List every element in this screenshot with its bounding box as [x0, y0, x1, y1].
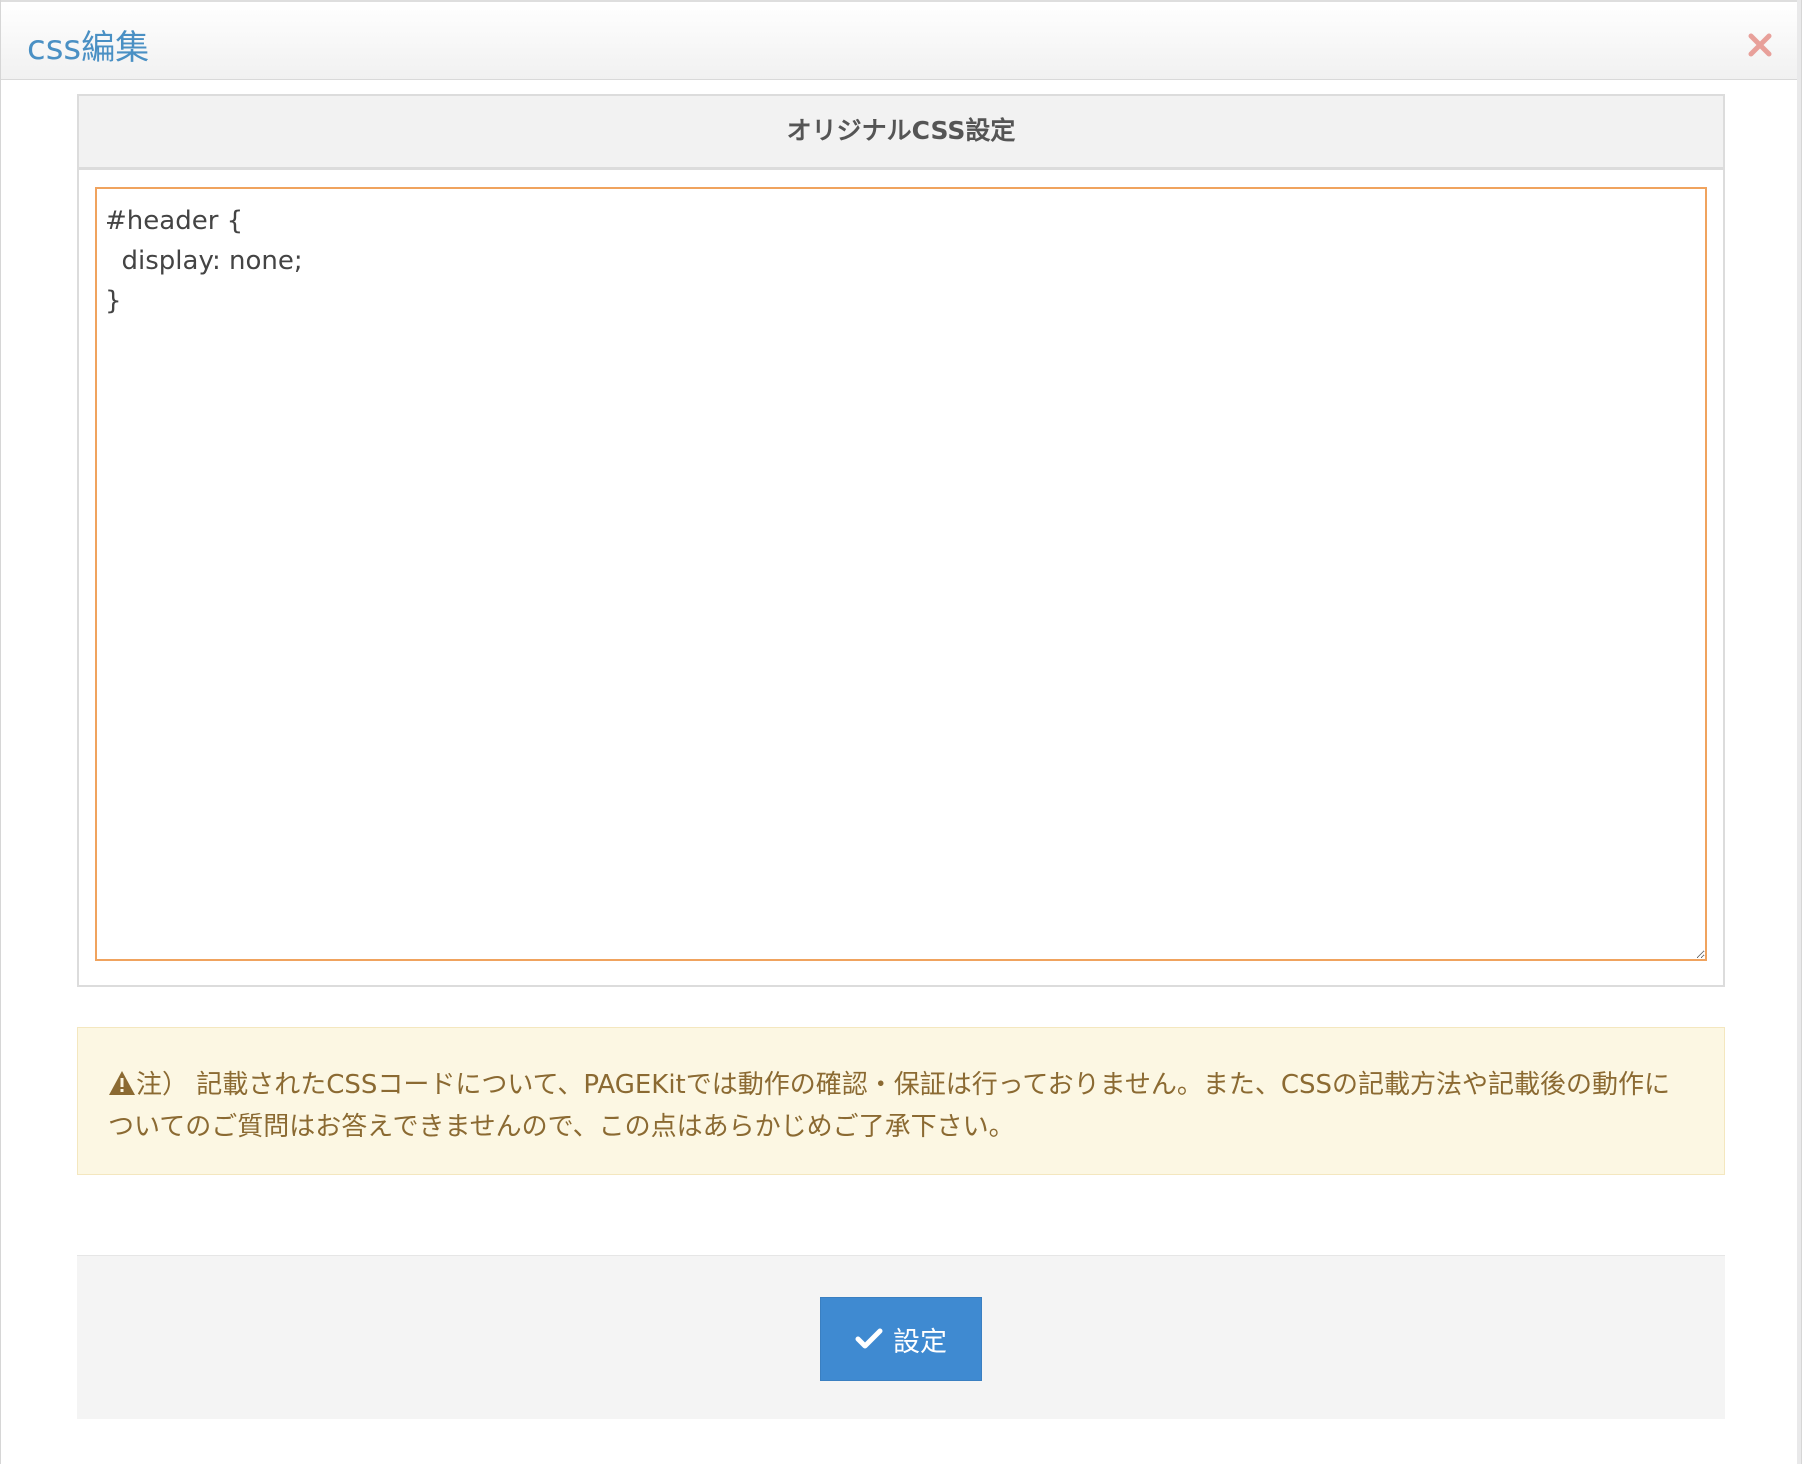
notice-box: 注） 記載されたCSSコードについて、PAGEKitでは動作の確認・保証は行って…	[77, 1027, 1725, 1175]
dialog-title-bar: css編集	[1, 0, 1799, 80]
warning-icon	[109, 1071, 135, 1095]
css-edit-dialog: css編集 オリジナルCSS設定 注） 記載されたCSSコードについて、PAGE…	[0, 0, 1802, 1464]
css-code-textarea[interactable]	[95, 187, 1707, 961]
panel-heading: オリジナルCSS設定	[79, 96, 1723, 170]
window-edge	[1797, 0, 1801, 1464]
css-settings-panel: オリジナルCSS設定	[77, 94, 1725, 987]
submit-label: 設定	[893, 1326, 947, 1358]
close-icon[interactable]	[1747, 32, 1773, 58]
submit-button[interactable]: 設定	[820, 1297, 982, 1381]
dialog-footer: 設定	[77, 1255, 1725, 1419]
dialog-title: css編集	[27, 28, 150, 68]
check-icon	[855, 1328, 883, 1349]
notice-text: 注） 記載されたCSSコードについて、PAGEKitでは動作の確認・保証は行って…	[108, 1070, 1671, 1142]
